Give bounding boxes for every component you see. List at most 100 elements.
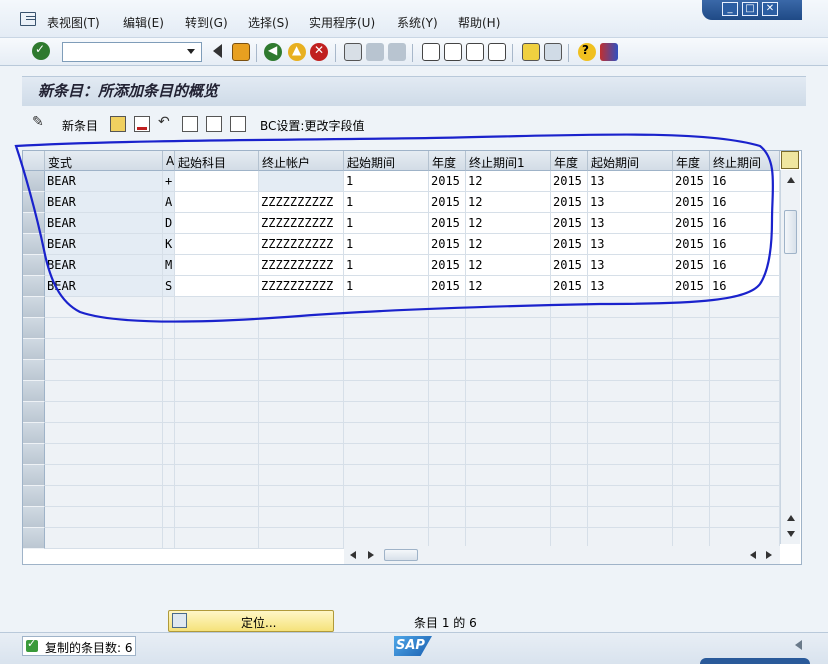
row-selector[interactable]	[23, 381, 45, 402]
row-selector[interactable]	[23, 402, 45, 423]
column-header[interactable]: 变式	[45, 151, 163, 171]
table-cell[interactable]: ZZZZZZZZZZ	[259, 234, 344, 255]
menu-item[interactable]: 选择(S)	[248, 14, 289, 31]
edit-pencil-icon[interactable]: ✎	[32, 114, 48, 132]
table-cell[interactable]: 2015	[429, 276, 466, 297]
table-cell[interactable]: BEAR	[45, 276, 163, 297]
cancel-icon[interactable]: ✕	[310, 43, 328, 61]
scroll-right-icon[interactable]	[366, 550, 376, 560]
table-cell[interactable]: BEAR	[45, 171, 163, 192]
bc-settings-button[interactable]: BC设置:更改字段值	[260, 117, 364, 134]
scroll-up-icon[interactable]	[784, 512, 798, 524]
menu-item[interactable]: 表视图(T)	[47, 14, 100, 31]
table-cell[interactable]: 16	[710, 276, 780, 297]
column-header[interactable]: 终止帐户	[259, 151, 344, 171]
enter-icon[interactable]: ✓	[32, 42, 50, 60]
row-selector[interactable]	[23, 276, 45, 297]
copy-icon[interactable]	[110, 116, 126, 132]
table-cell[interactable]: 12	[466, 192, 551, 213]
row-selector[interactable]	[23, 234, 45, 255]
table-cell[interactable]: 2015	[673, 192, 710, 213]
horizontal-scroll-thumb[interactable]	[384, 549, 418, 561]
table-cell[interactable]: 1	[344, 234, 429, 255]
row-selector[interactable]	[23, 192, 45, 213]
table-cell[interactable]	[175, 234, 259, 255]
table-cell[interactable]: 13	[588, 192, 673, 213]
scroll-up-icon[interactable]	[784, 174, 798, 186]
row-selector[interactable]	[23, 507, 45, 528]
table-cell[interactable]: 2015	[429, 255, 466, 276]
table-cell[interactable]: S	[163, 276, 175, 297]
table-cell[interactable]: D	[163, 213, 175, 234]
table-cell[interactable]: BEAR	[45, 234, 163, 255]
row-selector[interactable]	[23, 486, 45, 507]
chevron-down-icon[interactable]	[184, 45, 198, 59]
table-cell[interactable]: 16	[710, 213, 780, 234]
menu-item[interactable]: 实用程序(U)	[309, 14, 375, 31]
menu-icon[interactable]	[20, 12, 36, 26]
undo-icon[interactable]: ↶	[158, 114, 174, 132]
column-header[interactable]: 终止期间1	[466, 151, 551, 171]
row-selector[interactable]	[23, 255, 45, 276]
position-button[interactable]: 定位...	[168, 610, 334, 632]
maximize-icon[interactable]: □	[742, 2, 758, 16]
table-cell[interactable]: 16	[710, 192, 780, 213]
column-header[interactable]: 年度	[429, 151, 466, 171]
close-icon[interactable]: ✕	[762, 2, 778, 16]
table-cell[interactable]: 16	[710, 234, 780, 255]
prev-page-icon[interactable]	[444, 43, 462, 61]
table-cell[interactable]: 1	[344, 192, 429, 213]
table-cell[interactable]: +	[163, 171, 175, 192]
table-cell[interactable]: 16	[710, 255, 780, 276]
delete-icon[interactable]	[134, 116, 150, 132]
column-header[interactable]: 年度	[673, 151, 710, 171]
first-page-icon[interactable]	[422, 43, 440, 61]
table-cell[interactable]: 2015	[429, 192, 466, 213]
save-icon[interactable]	[232, 43, 250, 61]
table-cell[interactable]: 16	[710, 171, 780, 192]
select-all-cell[interactable]	[23, 151, 45, 171]
select-all-icon[interactable]	[182, 116, 198, 132]
next-page-icon[interactable]	[466, 43, 484, 61]
table-cell[interactable]: 12	[466, 276, 551, 297]
deselect-all-icon[interactable]	[230, 116, 246, 132]
column-header[interactable]: 起始期间	[344, 151, 429, 171]
table-cell[interactable]: ZZZZZZZZZZ	[259, 276, 344, 297]
last-page-icon[interactable]	[488, 43, 506, 61]
row-selector[interactable]	[23, 339, 45, 360]
menu-item[interactable]: 转到(G)	[185, 14, 228, 31]
table-cell[interactable]: BEAR	[45, 255, 163, 276]
table-cell[interactable]: 2015	[551, 192, 588, 213]
table-cell[interactable]: 1	[344, 255, 429, 276]
vertical-scroll-thumb[interactable]	[784, 210, 797, 254]
table-cell[interactable]: 2015	[551, 234, 588, 255]
shortcut-icon[interactable]	[544, 43, 562, 61]
table-cell[interactable]: 12	[466, 255, 551, 276]
table-cell[interactable]: 2015	[429, 171, 466, 192]
find-icon[interactable]	[366, 43, 384, 61]
vertical-scrollbar[interactable]	[780, 170, 800, 544]
table-cell[interactable]	[259, 171, 344, 192]
table-cell[interactable]: 2015	[551, 171, 588, 192]
table-cell[interactable]: ZZZZZZZZZZ	[259, 213, 344, 234]
table-cell[interactable]	[175, 276, 259, 297]
row-selector[interactable]	[23, 360, 45, 381]
status-message[interactable]: 复制的条目数: 6	[22, 636, 136, 656]
table-cell[interactable]: 1	[344, 276, 429, 297]
row-selector[interactable]	[23, 528, 45, 549]
layout-icon[interactable]	[600, 43, 618, 61]
horizontal-scrollbar[interactable]	[344, 546, 780, 564]
table-cell[interactable]: 2015	[429, 234, 466, 255]
new-entries-button[interactable]: 新条目	[62, 117, 98, 134]
row-selector[interactable]	[23, 465, 45, 486]
table-cell[interactable]: 12	[466, 171, 551, 192]
command-field[interactable]	[62, 42, 202, 62]
table-cell[interactable]	[175, 171, 259, 192]
table-cell[interactable]: BEAR	[45, 213, 163, 234]
column-header[interactable]: 年度	[551, 151, 588, 171]
row-selector[interactable]	[23, 444, 45, 465]
minimize-icon[interactable]: _	[722, 2, 738, 16]
table-cell[interactable]	[175, 255, 259, 276]
scroll-left-icon[interactable]	[748, 550, 758, 560]
table-cell[interactable]: K	[163, 234, 175, 255]
